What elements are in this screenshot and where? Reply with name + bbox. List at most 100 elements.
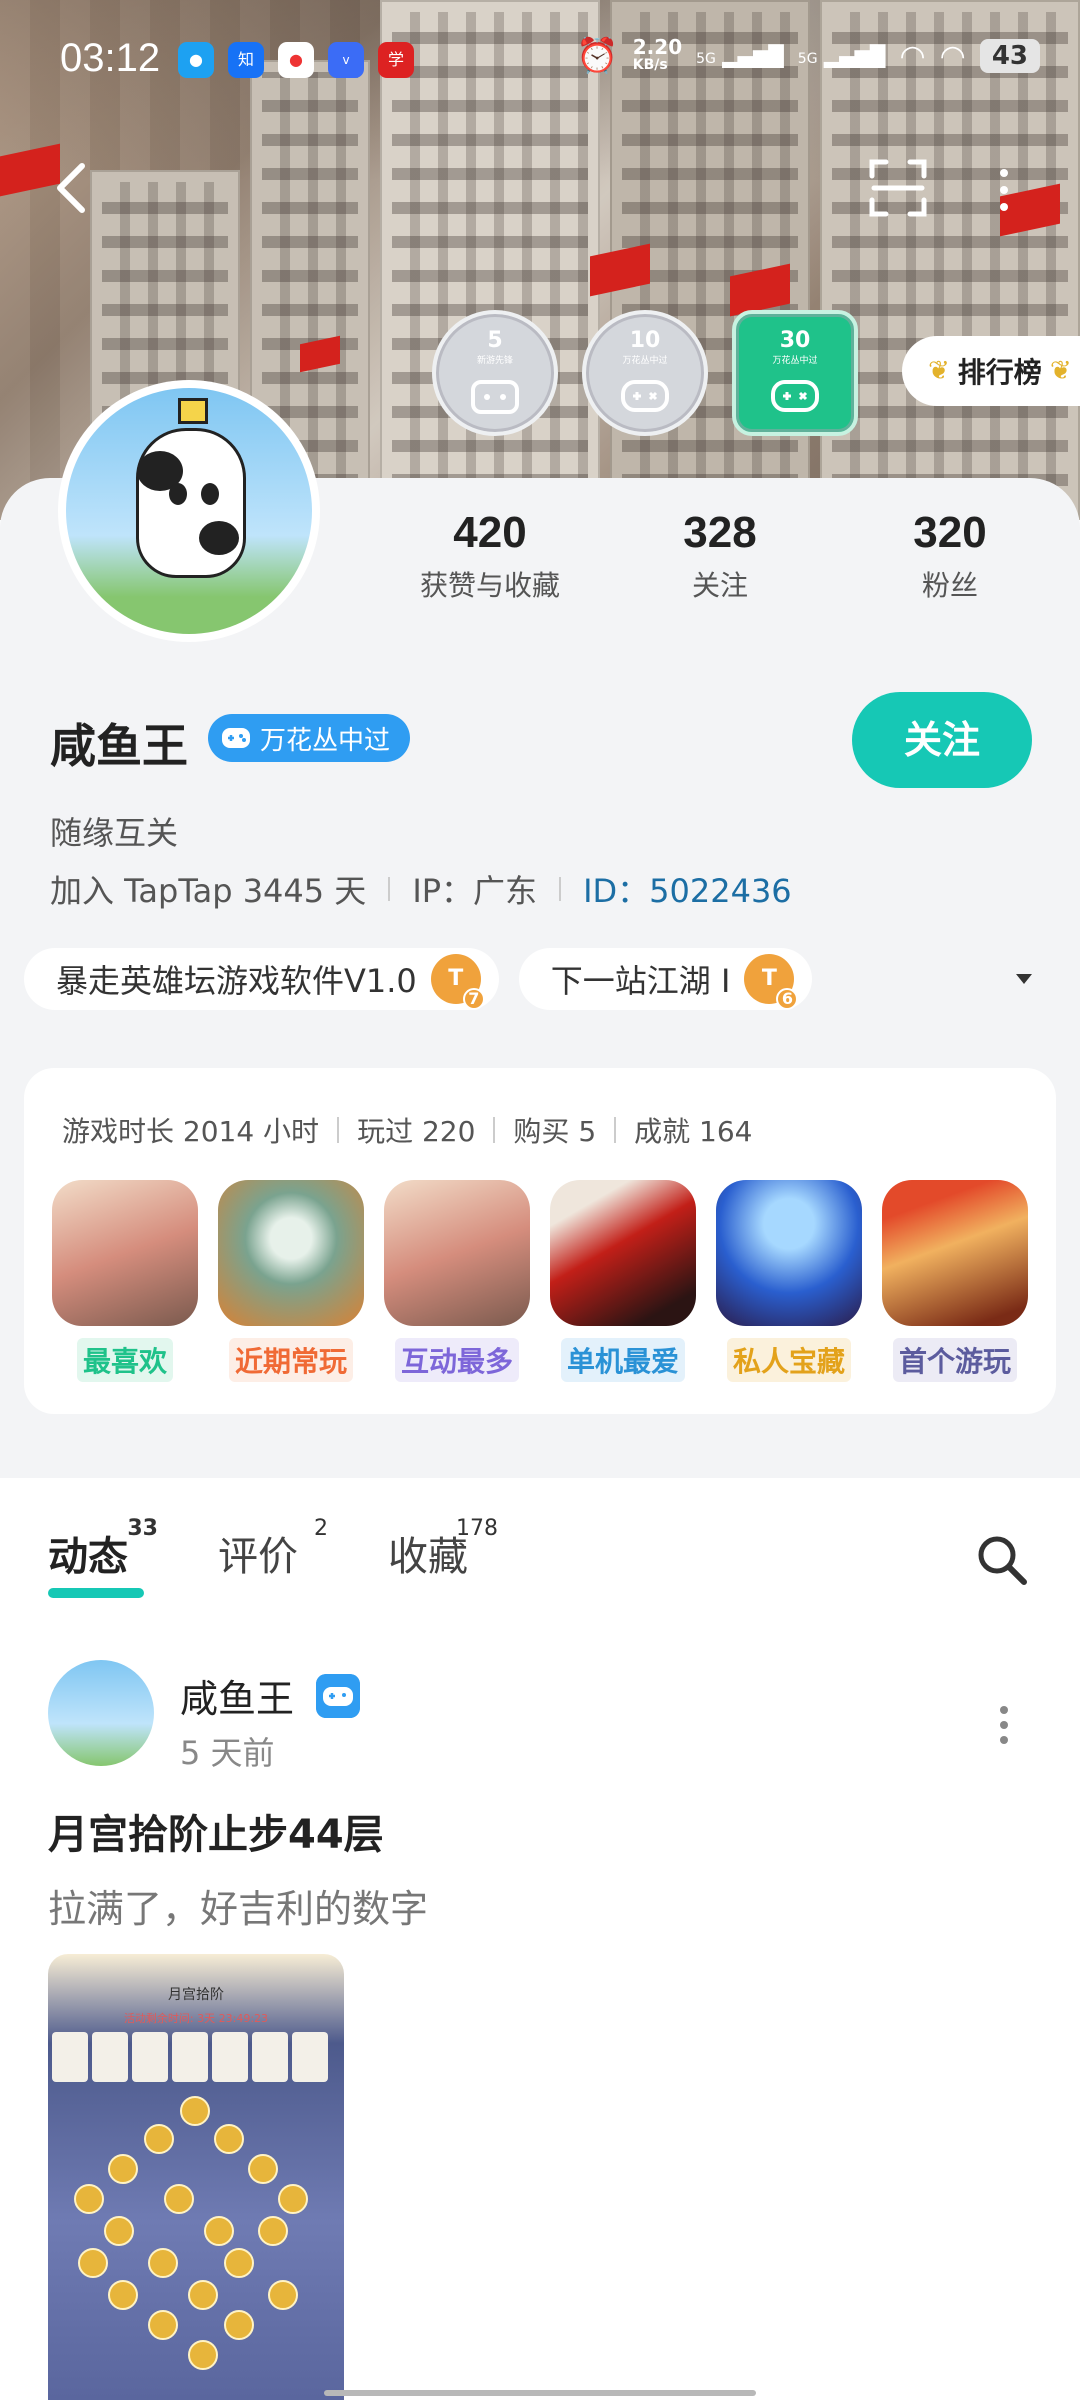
game-recent[interactable]: 近期常玩 bbox=[218, 1180, 364, 1382]
level-badge-icon: T7 bbox=[430, 954, 485, 1010]
badge-sub: 新游先锋 bbox=[476, 356, 513, 366]
stat-following[interactable]: 328 关注 bbox=[620, 508, 820, 604]
level-num: 7 bbox=[462, 988, 485, 1010]
signal2-icon: 5G ▂▄▆█ bbox=[797, 44, 886, 68]
game-first[interactable]: 首个游玩 bbox=[882, 1180, 1028, 1382]
game-icon bbox=[384, 1180, 530, 1326]
post-text[interactable]: 拉满了，好吉利的数字 bbox=[48, 1878, 428, 1933]
post-image[interactable]: 月宫拾阶 活动剩余时间: 3天 23:49:23 bbox=[48, 1954, 344, 2400]
scan-icon[interactable] bbox=[868, 158, 928, 218]
gamepad-badge-icon bbox=[316, 1674, 360, 1718]
qq-icon: ● bbox=[178, 42, 214, 78]
wifi-icon: ◠ bbox=[899, 38, 926, 74]
game-label: 私人宝藏 bbox=[726, 1338, 851, 1382]
divider bbox=[493, 1117, 496, 1143]
profile-bio: 随缘互关 bbox=[50, 814, 179, 852]
feed-section: 动态 33 评价 2 收藏 178 咸鱼王 5 天前 月宫拾阶止步44层 拉满了，好吉… bbox=[0, 1478, 1080, 2400]
badge-new-game-pioneer[interactable]: 5 新游先锋 bbox=[432, 310, 558, 436]
status-time: 03:12 bbox=[60, 36, 161, 80]
crown-icon bbox=[178, 398, 208, 424]
calendar-gamepad-icon bbox=[471, 380, 519, 414]
games-summary: 游戏时长 2014 小时 玩过 220 购买 5 成就 164 bbox=[62, 1110, 753, 1150]
badge-num: 30 bbox=[779, 328, 811, 353]
game-interactive[interactable]: 互动最多 bbox=[384, 1180, 530, 1382]
chip-game-2[interactable]: 下一站江湖 Ⅰ T6 bbox=[518, 948, 813, 1010]
alarm-icon: ⏰ bbox=[576, 36, 619, 76]
tab-count: 178 bbox=[456, 1516, 498, 1541]
user-id[interactable]: ID：5022436 bbox=[583, 866, 792, 912]
game-offline[interactable]: 单机最爱 bbox=[550, 1180, 696, 1382]
game-treasure[interactable]: 私人宝藏 bbox=[716, 1180, 862, 1382]
divider bbox=[388, 877, 391, 901]
signal-icon: 5G ▂▄▆█ bbox=[696, 44, 784, 68]
playtime[interactable]: 游戏时长 2014 小时 bbox=[62, 1110, 319, 1150]
tab-count: 33 bbox=[127, 1516, 158, 1541]
stat-label: 获赞与收藏 bbox=[419, 569, 560, 602]
battery-indicator: 43 bbox=[979, 39, 1040, 73]
stat-followers[interactable]: 320 粉丝 bbox=[850, 508, 1050, 604]
divider bbox=[337, 1117, 340, 1143]
bought-count[interactable]: 购买 5 bbox=[513, 1110, 596, 1150]
achievements-count[interactable]: 成就 164 bbox=[634, 1110, 752, 1150]
stat-label: 粉丝 bbox=[921, 569, 978, 602]
badge-flower-30[interactable]: 30 万花丛中过 bbox=[732, 310, 858, 436]
tab-reviews[interactable]: 评价 2 bbox=[218, 1516, 328, 1582]
tab-posts[interactable]: 动态 33 bbox=[48, 1516, 158, 1598]
badge-sub: 万花丛中过 bbox=[622, 356, 668, 366]
caret-down-icon[interactable] bbox=[1014, 972, 1034, 986]
tab-count: 2 bbox=[314, 1516, 328, 1541]
played-count[interactable]: 玩过 220 bbox=[357, 1110, 475, 1150]
zhihu-icon: 知 bbox=[228, 42, 264, 78]
net-speed: 2.20 KB/s bbox=[632, 35, 683, 74]
maps-icon: ● bbox=[278, 42, 314, 78]
chip-game-1[interactable]: 暴走英雄坛游戏软件V1.0 T7 bbox=[24, 948, 499, 1010]
gamepad-icon bbox=[621, 380, 669, 412]
chip-label: 暴走英雄坛游戏软件V1.0 bbox=[56, 962, 417, 1000]
home-indicator[interactable] bbox=[324, 2390, 756, 2396]
post-author-avatar[interactable] bbox=[48, 1660, 154, 1766]
gamepad-icon bbox=[222, 728, 250, 748]
leaderboard-label: 排行榜 bbox=[957, 356, 1042, 389]
laurel-icon: ❦ bbox=[928, 356, 950, 386]
level-letter: T bbox=[448, 966, 464, 991]
vivo-icon: v bbox=[328, 42, 364, 78]
search-icon[interactable] bbox=[974, 1532, 1030, 1588]
game-icon bbox=[52, 1180, 198, 1326]
feed-tabs: 动态 33 评价 2 收藏 178 bbox=[48, 1516, 498, 1598]
game-label: 单机最爱 bbox=[560, 1338, 685, 1382]
avatar[interactable] bbox=[58, 380, 320, 642]
wifi2-icon: ◠ bbox=[939, 38, 966, 74]
post-title[interactable]: 月宫拾阶止步44层 bbox=[48, 1802, 384, 1860]
cat-illustration bbox=[136, 428, 246, 578]
more-vertical-icon[interactable] bbox=[994, 165, 1014, 215]
post-author-name[interactable]: 咸鱼王 bbox=[180, 1668, 294, 1723]
more-vertical-icon[interactable] bbox=[996, 1700, 1012, 1750]
xuexi-icon: 学 bbox=[378, 42, 414, 78]
avatar-image bbox=[66, 388, 312, 634]
chevron-left-icon[interactable] bbox=[52, 158, 92, 218]
stat-likes[interactable]: 420 获赞与收藏 bbox=[390, 508, 590, 604]
game-label: 互动最多 bbox=[394, 1338, 519, 1382]
ip-location: IP：广东 bbox=[412, 872, 538, 910]
leaderboard-button[interactable]: ❦ 排行榜 ❦ bbox=[902, 336, 1080, 406]
signal2-label: 5G bbox=[797, 51, 818, 67]
badge-num: 10 bbox=[629, 328, 661, 353]
follow-button[interactable]: 关注 bbox=[852, 692, 1032, 788]
user-title-label: 万花丛中过 bbox=[260, 725, 391, 756]
signal1-label: 5G bbox=[696, 51, 716, 67]
profile-meta: 加入 TapTap 3445 天 IP：广东 ID：5022436 bbox=[50, 866, 792, 912]
badge-flower-10[interactable]: 10 万花丛中过 bbox=[582, 310, 708, 436]
status-bar: 03:12 ● 知 ● v 学 ⏰ 2.20 KB/s 5G ▂▄▆█ 5G ▂… bbox=[0, 0, 1080, 120]
joined-days: 加入 TapTap 3445 天 bbox=[50, 872, 367, 910]
tab-favorites[interactable]: 收藏 178 bbox=[388, 1516, 498, 1582]
status-app-icons: ● 知 ● v 学 bbox=[178, 42, 414, 78]
game-label: 首个游玩 bbox=[892, 1338, 1017, 1382]
net-speed-unit: KB/s bbox=[632, 57, 668, 73]
games-card: 游戏时长 2014 小时 玩过 220 购买 5 成就 164 最喜欢 近期常玩… bbox=[24, 1068, 1056, 1414]
net-speed-value: 2.20 bbox=[632, 35, 683, 59]
gamepad-icon bbox=[771, 380, 819, 412]
level-badge-icon: T6 bbox=[744, 954, 799, 1010]
level-num: 6 bbox=[776, 988, 799, 1010]
user-title-tag[interactable]: 万花丛中过 bbox=[208, 714, 411, 762]
game-favorite[interactable]: 最喜欢 bbox=[52, 1180, 198, 1382]
